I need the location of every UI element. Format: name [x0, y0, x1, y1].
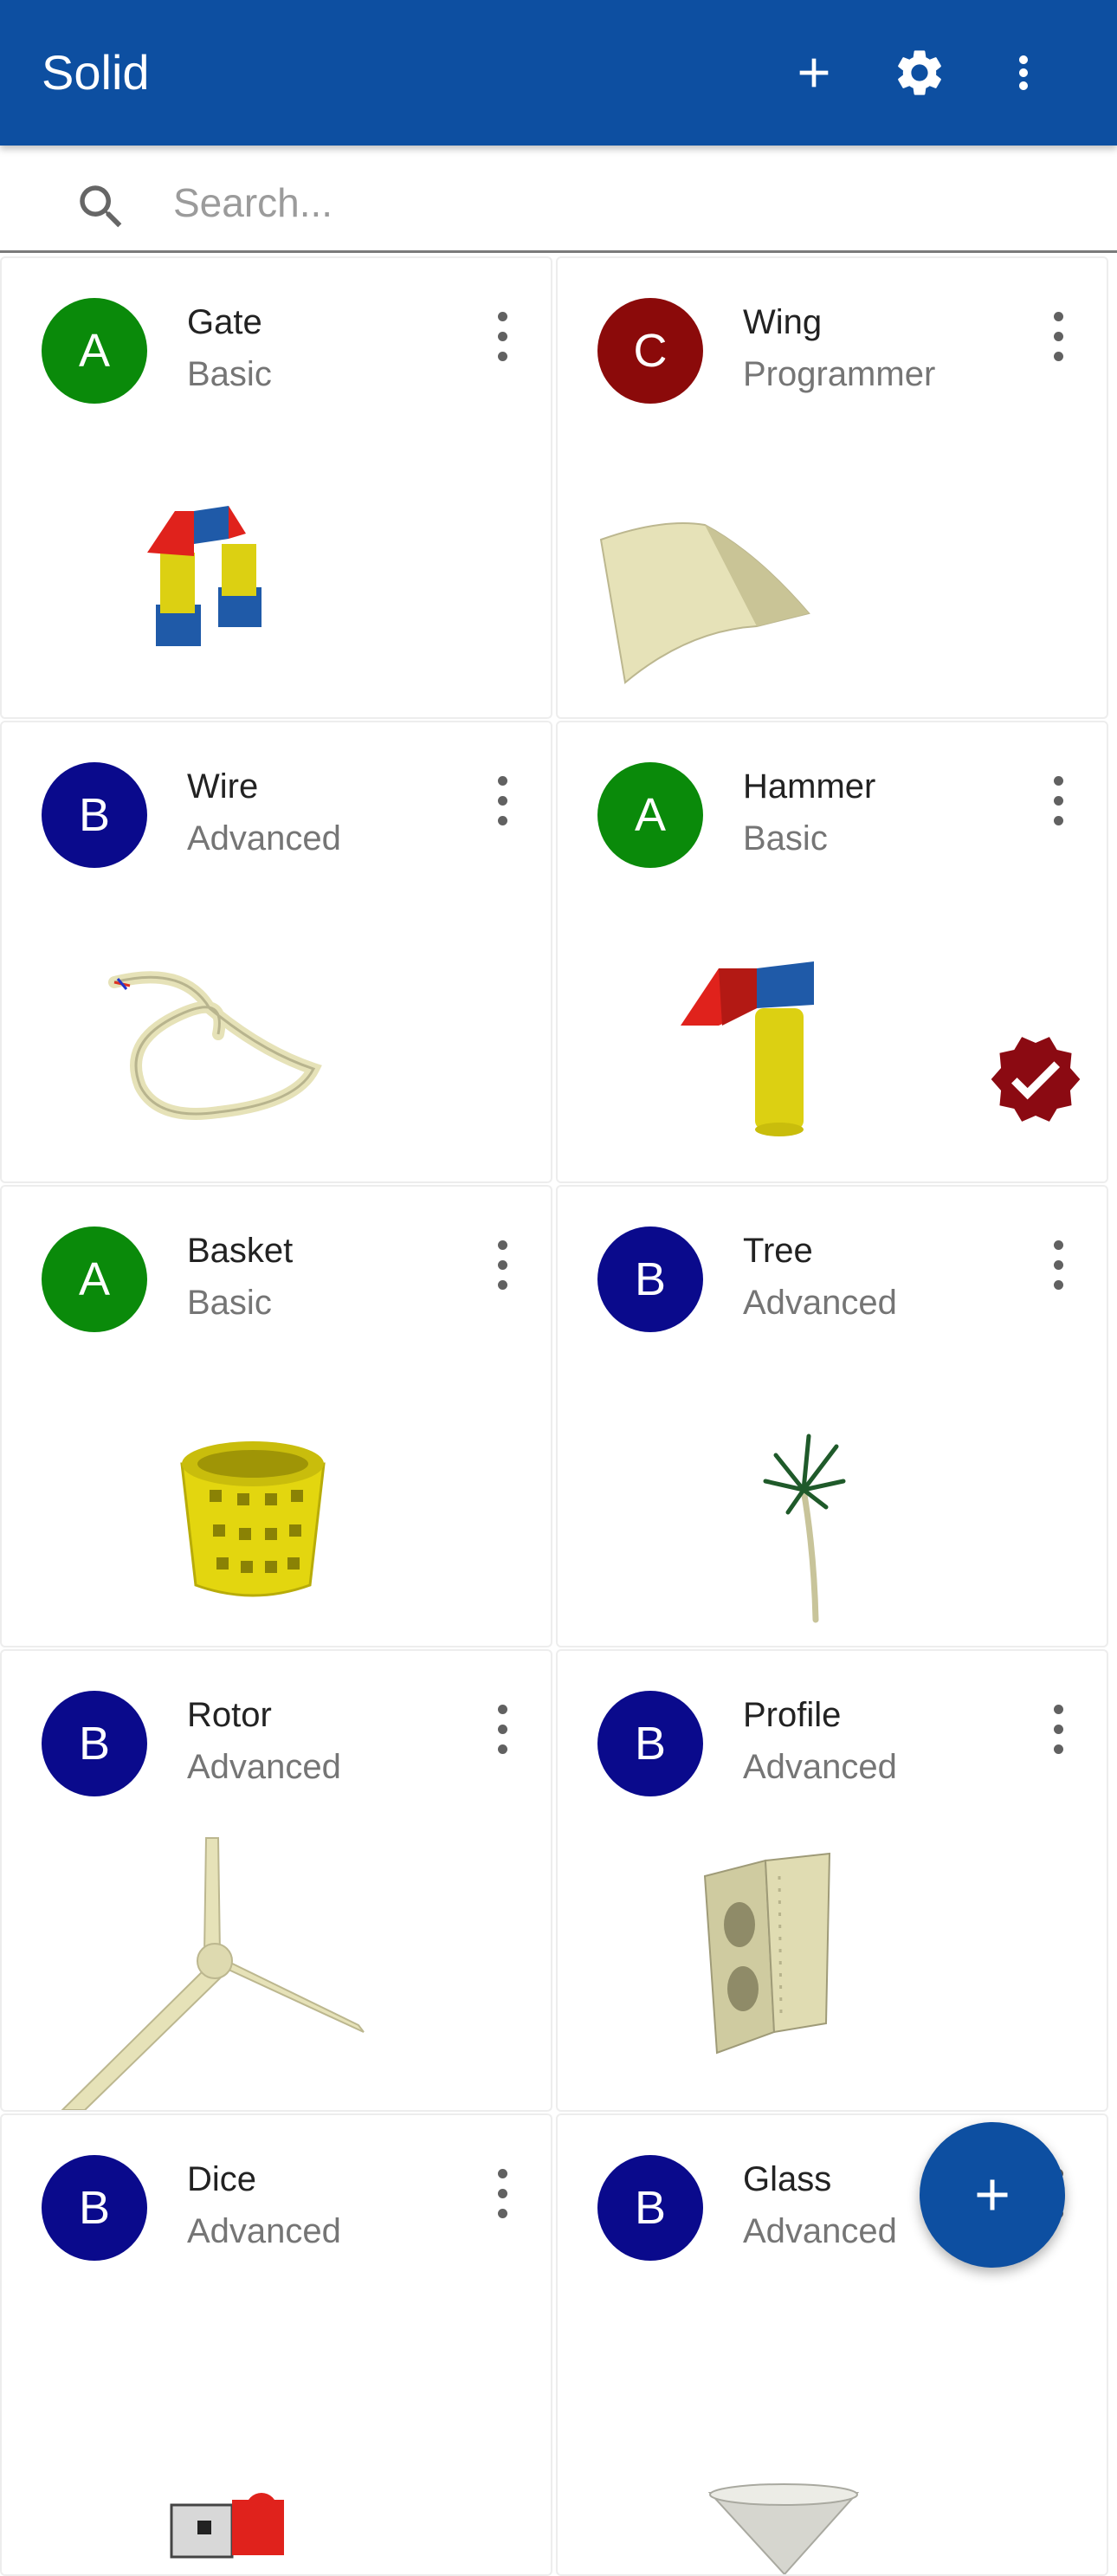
- model-level: Advanced: [743, 1748, 897, 1786]
- card-menu-button[interactable]: [1049, 1240, 1067, 1292]
- model-level: Programmer: [743, 355, 936, 393]
- dice-thumbnail: [170, 2493, 284, 2559]
- model-card-dice[interactable]: B Dice Advanced: [0, 2113, 552, 2576]
- overflow-menu-button[interactable]: [989, 38, 1058, 107]
- model-name: Wing: [743, 303, 823, 341]
- card-menu-button[interactable]: [494, 1705, 511, 1757]
- search-input[interactable]: [173, 177, 1039, 229]
- model-card-wing[interactable]: C Wing Programmer: [556, 256, 1108, 719]
- model-card-gate[interactable]: A Gate Basic: [0, 256, 552, 719]
- avatar: B: [42, 1691, 147, 1796]
- avatar: B: [597, 1691, 703, 1796]
- wing-thumbnail: [599, 522, 810, 684]
- card-menu-button[interactable]: [494, 2169, 511, 2221]
- gate-thumbnail: [147, 506, 261, 646]
- avatar: B: [597, 2155, 703, 2261]
- verified-badge-icon: [991, 1037, 1081, 1122]
- model-name: Hammer: [743, 767, 876, 806]
- model-name: Wire: [187, 767, 259, 806]
- add-button[interactable]: [779, 38, 849, 107]
- model-level: Advanced: [187, 2212, 341, 2250]
- basket-thumbnail: [180, 1441, 326, 1597]
- app-bar: Solid: [0, 0, 1117, 146]
- model-name: Tree: [743, 1232, 813, 1270]
- profile-thumbnail: [703, 1852, 831, 2055]
- app-title: Solid: [42, 45, 150, 100]
- rotor-thumbnail: [61, 1837, 365, 2110]
- model-level: Basic: [743, 819, 828, 858]
- model-card-rotor[interactable]: B Rotor Advanced: [0, 1649, 552, 2112]
- card-menu-button[interactable]: [494, 1240, 511, 1292]
- model-card-profile[interactable]: B Profile Advanced: [556, 1649, 1108, 2112]
- tree-thumbnail: [763, 1434, 846, 1623]
- card-menu-button[interactable]: [494, 312, 511, 364]
- avatar: B: [42, 2155, 147, 2261]
- model-level: Advanced: [743, 1284, 897, 1322]
- model-card-wire[interactable]: B Wire Advanced: [0, 721, 552, 1183]
- model-level: Advanced: [187, 1748, 341, 1786]
- card-menu-button[interactable]: [1049, 1705, 1067, 1757]
- add-model-fab[interactable]: [920, 2122, 1065, 2268]
- model-name: Basket: [187, 1232, 294, 1270]
- avatar: A: [597, 762, 703, 868]
- model-name: Gate: [187, 303, 262, 341]
- card-menu-button[interactable]: [1049, 312, 1067, 364]
- avatar: A: [42, 1227, 147, 1332]
- more-vert-icon: [1019, 55, 1028, 90]
- avatar: B: [597, 1227, 703, 1332]
- model-level: Advanced: [743, 2212, 897, 2250]
- glass-thumbnail: [707, 2483, 860, 2574]
- model-card-hammer[interactable]: A Hammer Basic: [556, 721, 1108, 1183]
- model-card-tree[interactable]: B Tree Advanced: [556, 1185, 1108, 1647]
- wire-thumbnail: [108, 971, 322, 1120]
- search-icon: [80, 185, 122, 228]
- model-card-basket[interactable]: A Basket Basic: [0, 1185, 552, 1647]
- model-level: Basic: [187, 355, 272, 393]
- avatar: C: [597, 298, 703, 404]
- search-bar: [0, 146, 1117, 253]
- model-name: Glass: [743, 2160, 832, 2198]
- avatar: B: [42, 762, 147, 868]
- model-name: Rotor: [187, 1696, 272, 1734]
- avatar: A: [42, 298, 147, 404]
- model-name: Profile: [743, 1696, 842, 1734]
- plus-icon: [799, 58, 829, 87]
- model-name: Dice: [187, 2160, 257, 2198]
- model-level: Advanced: [187, 819, 341, 858]
- card-menu-button[interactable]: [494, 776, 511, 828]
- settings-button[interactable]: [885, 38, 954, 107]
- card-menu-button[interactable]: [1049, 776, 1067, 828]
- gear-icon: [898, 50, 941, 95]
- model-level: Basic: [187, 1284, 272, 1322]
- plus-icon: [977, 2179, 1008, 2210]
